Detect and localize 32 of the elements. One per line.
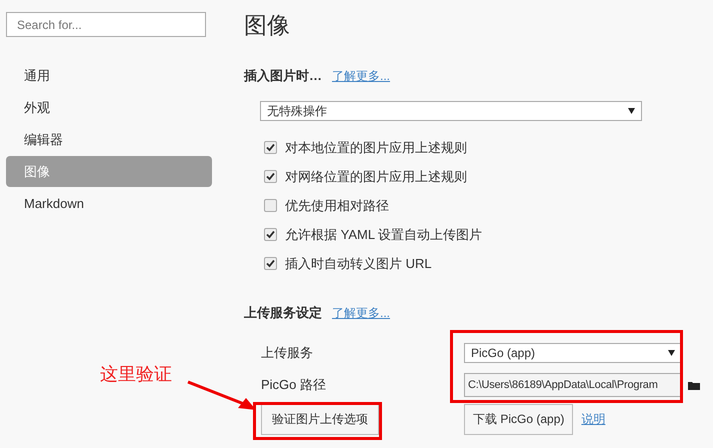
field-label: PicGo 路径 bbox=[261, 376, 328, 394]
search-field[interactable]: Search for... bbox=[6, 12, 206, 37]
checkbox[interactable] bbox=[264, 170, 277, 183]
download-button[interactable]: 下载 PicGo (app) bbox=[464, 404, 574, 434]
learn-more-link[interactable]: 了解更多... bbox=[332, 68, 390, 84]
path-field[interactable]: C:\Users\86189\AppData\Local\Program bbox=[464, 373, 682, 397]
option-label: 对网络位置的图片应用上述规则 bbox=[285, 168, 467, 186]
section-heading: 插入图片时… bbox=[244, 67, 322, 85]
sidebar-item[interactable]: 编辑器 bbox=[6, 124, 212, 155]
annotation-text: 这里验证 bbox=[100, 363, 172, 386]
action-select[interactable]: 无特殊操作 bbox=[260, 101, 642, 121]
option-label: 对本地位置的图片应用上述规则 bbox=[285, 138, 467, 156]
checkbox[interactable] bbox=[264, 141, 277, 154]
service-select[interactable]: PicGo (app) bbox=[464, 343, 682, 363]
folder-icon[interactable] bbox=[688, 380, 700, 390]
caret-icon bbox=[628, 108, 635, 114]
checkbox[interactable] bbox=[264, 257, 277, 270]
verify-button[interactable]: 验证图片上传选项 bbox=[261, 404, 379, 434]
option-label: 允许根据 YAML 设置自动上传图片 bbox=[285, 226, 482, 244]
section-heading: 上传服务设定 bbox=[244, 304, 322, 322]
caret-icon bbox=[668, 350, 675, 356]
sidebar-item[interactable]: 通用 bbox=[6, 60, 212, 91]
page-title: 图像 bbox=[244, 11, 291, 40]
learn-more-link[interactable]: 了解更多... bbox=[332, 304, 390, 322]
option-label: 插入时自动转义图片 URL bbox=[285, 254, 432, 272]
checkbox[interactable] bbox=[264, 199, 277, 212]
help-link[interactable]: 说明 bbox=[581, 410, 606, 428]
field-label: 上传服务 bbox=[261, 344, 314, 362]
sidebar-item[interactable]: 外观 bbox=[6, 92, 212, 123]
option-label: 优先使用相对路径 bbox=[285, 196, 389, 214]
sidebar-item[interactable]: Markdown bbox=[6, 188, 212, 219]
checkbox[interactable] bbox=[264, 228, 277, 241]
